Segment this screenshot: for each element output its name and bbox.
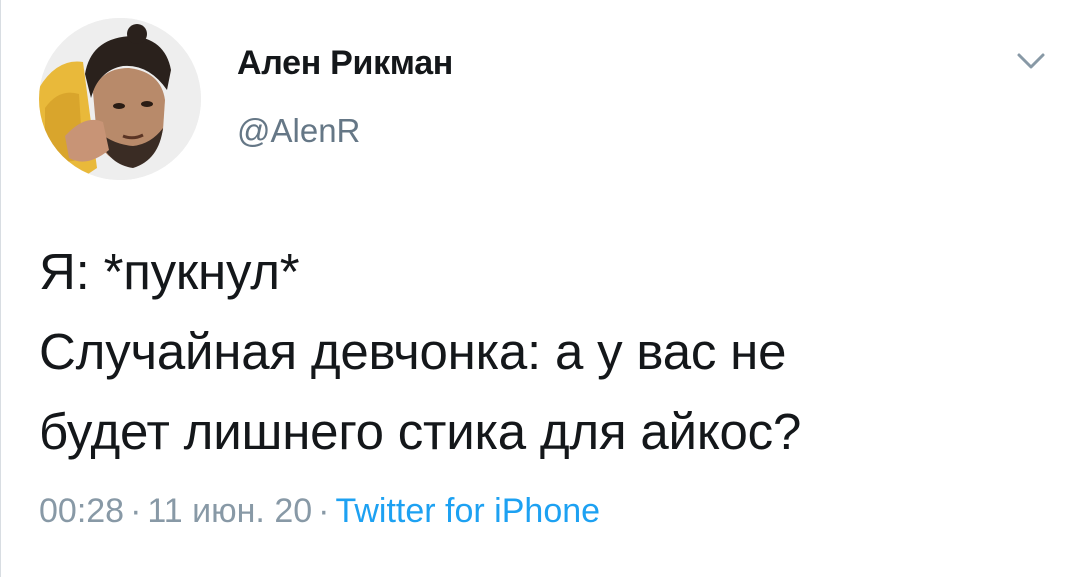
tweet-time[interactable]: 00:28 (39, 492, 124, 530)
tweet-text-line: Случайная девчонка: а у вас не (39, 323, 787, 380)
tweet-text-line: будет лишнего стика для айкос? (39, 403, 802, 460)
meta-separator: · (130, 492, 142, 530)
tweet-text: Я: *пукнул* Случайная девчонка: а у вас … (39, 232, 1059, 472)
avatar[interactable] (39, 18, 201, 180)
meta-separator: · (318, 492, 330, 530)
chevron-down-icon[interactable] (1013, 46, 1049, 76)
tweet-source-link[interactable]: Twitter for iPhone (335, 492, 600, 530)
author-display-name[interactable]: Ален Рикман (237, 44, 453, 83)
tweet-meta: 00:28 · 11 июн. 20 · Twitter for iPhone (39, 492, 600, 531)
tweet-text-line: Я: *пукнул* (39, 243, 300, 300)
author-handle[interactable]: @AlenR (237, 112, 360, 150)
tweet-date[interactable]: 11 июн. 20 (147, 492, 312, 530)
avatar-photo-icon (39, 18, 201, 180)
tweet-card: Ален Рикман @AlenR Я: *пукнул* Случайная… (0, 0, 1080, 577)
